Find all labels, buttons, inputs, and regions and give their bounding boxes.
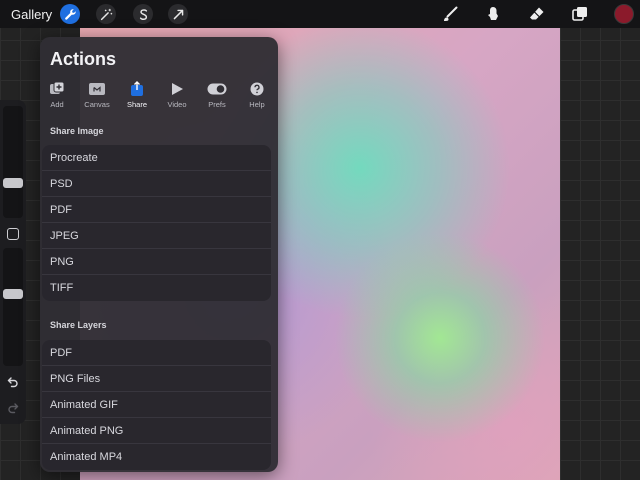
layers-icon[interactable] [570,4,590,24]
brush-icon[interactable] [440,4,460,24]
undo-icon[interactable] [5,374,21,390]
tab-video[interactable]: Video [159,81,195,109]
actions-panel: Actions Add Canvas Share Video Prefs Hel [40,37,278,472]
tab-share[interactable]: Share [119,81,155,109]
share-layers-list: PDF PNG Files Animated GIF Animated PNG … [42,340,271,470]
eraser-icon[interactable] [527,4,547,24]
brush-size-thumb[interactable] [3,178,23,189]
add-icon [39,81,75,97]
gallery-button[interactable]: Gallery [11,7,52,22]
transform-arrow-icon[interactable] [168,4,188,24]
video-icon [159,81,195,97]
tab-help[interactable]: Help [239,81,275,109]
list-item[interactable]: Animated GIF [42,392,271,418]
left-sidebar [0,100,26,424]
list-item[interactable]: Animated PNG [42,418,271,444]
list-item[interactable]: PNG Files [42,366,271,392]
list-item[interactable]: PSD [42,171,271,197]
list-item[interactable]: JPEG [42,223,271,249]
list-item[interactable]: PNG [42,249,271,275]
magic-wand-icon[interactable] [96,4,116,24]
brush-size-slider[interactable] [3,106,23,218]
help-icon [239,81,275,97]
list-item[interactable]: TIFF [42,275,271,301]
tab-prefs[interactable]: Prefs [199,81,235,109]
list-item[interactable]: Procreate [42,145,271,171]
share-layers-heading: Share Layers [50,320,107,330]
list-item[interactable]: PDF [42,340,271,366]
selection-s-icon[interactable] [133,4,153,24]
list-item[interactable]: PDF [42,197,271,223]
canvas-icon [79,81,115,97]
color-swatch[interactable] [614,4,634,24]
toggle-icon [199,81,235,97]
top-toolbar: Gallery [0,0,640,28]
redo-icon[interactable] [5,400,21,416]
tab-add[interactable]: Add [39,81,75,109]
share-image-heading: Share Image [50,126,104,136]
share-image-list: Procreate PSD PDF JPEG PNG TIFF [42,145,271,301]
opacity-slider[interactable] [3,248,23,366]
actions-title: Actions [50,49,117,69]
wrench-icon[interactable] [60,4,80,24]
opacity-thumb[interactable] [3,289,23,300]
modifier-button[interactable] [7,228,19,240]
list-item[interactable]: Animated MP4 [42,444,271,470]
share-icon [119,81,155,97]
tab-canvas[interactable]: Canvas [79,81,115,109]
smudge-icon[interactable] [483,4,503,24]
